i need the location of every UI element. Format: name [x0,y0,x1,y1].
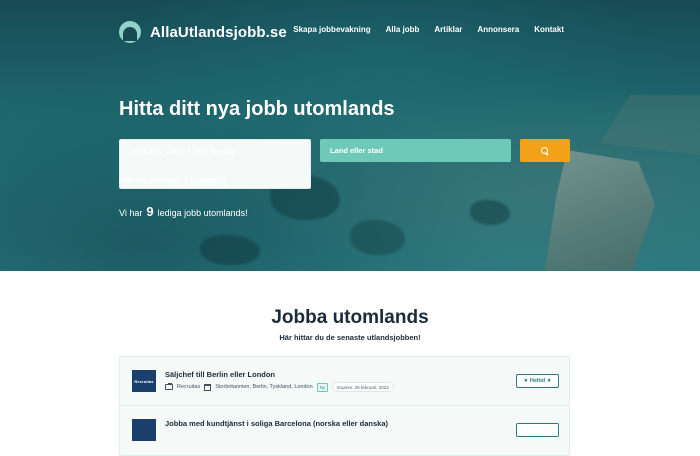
background-rock [200,235,260,265]
count-value: 9 [146,204,154,219]
job-count: Vi har 9 lediga jobb utomlands! [119,204,248,219]
job-location: Storbritannien, Berlin, Tyskland, London [215,384,313,390]
category-button[interactable]: Kategori [184,175,226,188]
job-title[interactable]: Säljchef till Berlin eller London [165,370,275,379]
nav-item-alla-jobb[interactable]: Alla jobb [386,25,420,34]
job-company: Recruitas [177,384,201,390]
browse-label: Eller sök jobb via: [119,178,179,185]
section-title: Jobba utomlands [271,307,429,328]
nav-item-annonsera[interactable]: Annonsera [477,25,519,34]
nav-item-artiklar[interactable]: Artiklar [434,25,462,34]
brand-logo-link[interactable]: AllaUtlandsjobb.se [119,21,287,43]
location-input[interactable]: Land eller stad [320,139,511,162]
job-listing[interactable]: Jobba med kundtjänst i soliga Barcelona … [119,406,570,456]
hero-headline: Hitta ditt nya jobb utomlands [119,98,395,120]
search-icon [541,146,549,155]
brand-name: AllaUtlandsjobb.se [150,23,287,41]
count-prefix: Vi har [119,208,143,218]
company-logo: Recruitas [132,370,156,392]
building-icon [204,383,212,391]
job-type-badge[interactable] [516,423,559,437]
job-listing[interactable]: Recruitas Säljchef till Berlin eller Lon… [119,356,570,406]
hero-section: AllaUtlandsjobb.se Skapa jobbevakning Al… [0,0,700,271]
background-rock [350,220,405,255]
logo-icon [119,21,141,43]
expires-badge: Expires: 26 februari, 2023 [332,382,394,392]
search-button[interactable] [520,139,570,162]
job-list: Recruitas Säljchef till Berlin eller Lon… [119,356,570,456]
count-suffix: lediga jobb utomlands! [157,208,248,218]
job-type-badge[interactable]: ★ Heltid ★ [516,374,559,388]
nav-item-skapa-jobbevakning[interactable]: Skapa jobbevakning [293,25,370,34]
company-logo [132,419,156,441]
browse-by: Eller sök jobb via: Kategori [119,175,226,188]
background-cliff [545,150,655,270]
nav-item-kontakt[interactable]: Kontakt [534,25,564,34]
new-badge: Ny [316,382,329,392]
main-nav: Skapa jobbevakning Alla jobb Artiklar An… [293,25,564,34]
briefcase-icon [165,382,173,390]
background-rock [470,200,510,225]
background-rock [600,95,700,155]
job-meta: Recruitas Storbritannien, Berlin, Tyskla… [165,382,394,392]
section-subtitle: Här hittar du de senaste utlandsjobben! [279,333,421,342]
